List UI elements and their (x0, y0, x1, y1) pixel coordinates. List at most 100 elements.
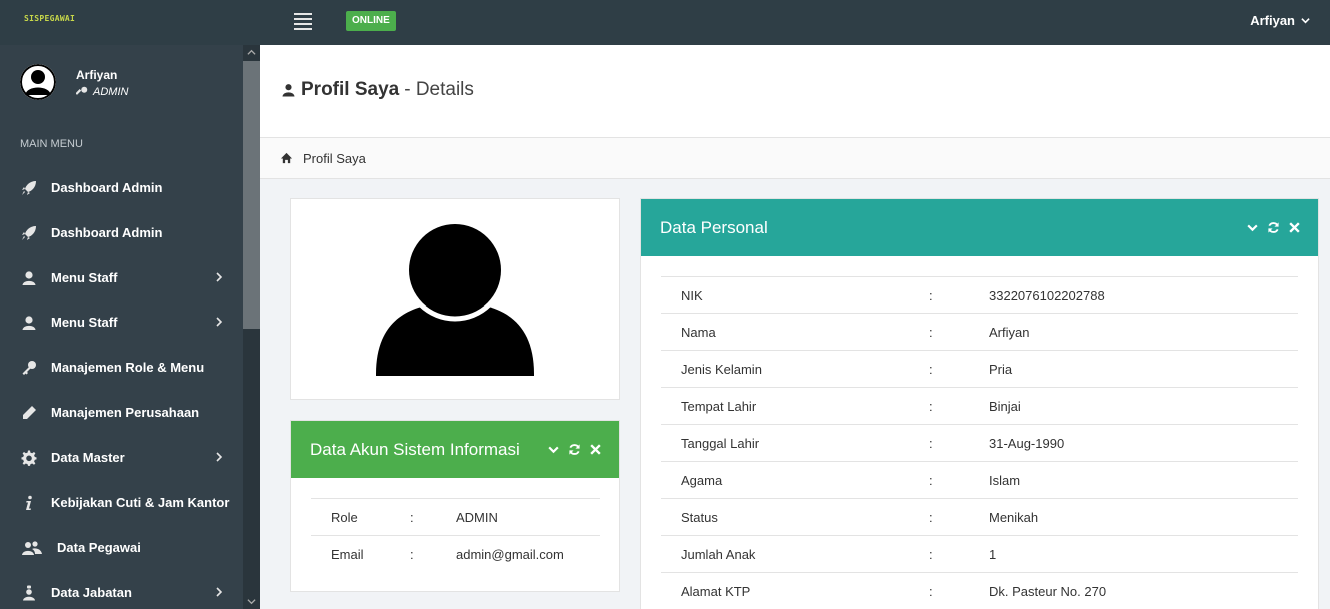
collapse-icon[interactable] (547, 443, 560, 456)
scroll-down-icon[interactable] (247, 597, 256, 606)
sidebar-toggle-icon[interactable] (294, 13, 312, 30)
sidebar-item-manajemen-role-menu[interactable]: Manajemen Role & Menu (0, 345, 243, 390)
user-dropdown[interactable]: Arfiyan (1250, 13, 1310, 28)
profile-photo (376, 224, 534, 376)
sidebar: Arfiyan ADMIN MAIN MENU Dashboard Admin D… (0, 45, 260, 609)
refresh-icon[interactable] (568, 443, 581, 456)
chevron-right-icon (216, 272, 223, 282)
sidebar-item-data-pegawai[interactable]: Data Pegawai (0, 525, 243, 570)
brand-logo[interactable]: SISPEGAWAI (24, 14, 75, 23)
field-value: 1 (969, 535, 1298, 573)
profile-photo-card (290, 198, 620, 400)
online-status-badge: ONLINE (346, 11, 396, 31)
close-icon[interactable] (589, 443, 602, 456)
sidebar-scrollbar-thumb[interactable] (243, 61, 260, 329)
sidebar-item-data-master[interactable]: Data Master (0, 435, 243, 480)
rocket-icon (20, 180, 38, 196)
field-separator: : (390, 535, 436, 573)
sidebar-item-label: Dashboard Admin (51, 180, 163, 195)
table-row: Jumlah Anak:1 (661, 535, 1298, 573)
field-label: Nama (661, 313, 909, 351)
field-value: Islam (969, 461, 1298, 499)
breadcrumb-current[interactable]: Profil Saya (303, 151, 366, 166)
table-row: Alamat KTP: Dk. Pasteur No. 270 (661, 572, 1298, 609)
user-icon (282, 84, 295, 97)
akun-panel: Data Akun Sistem Informasi Role: ADMIN Ema… (290, 420, 620, 592)
field-separator: : (909, 350, 969, 388)
page-title: Profil Saya - Details (282, 79, 474, 101)
sidebar-item-dashboard-admin[interactable]: Dashboard Admin (0, 210, 243, 255)
sidebar-item-kebijakan-cuti-jam-kantor[interactable]: Kebijakan Cuti & Jam Kantor (0, 480, 243, 525)
field-value: Dk. Pasteur No. 270 (969, 572, 1298, 609)
main-content: Profil Saya - Details Profil Saya Data A… (260, 45, 1330, 609)
personal-panel-header: Data Personal (641, 199, 1318, 256)
chevron-down-icon (1301, 18, 1310, 24)
profile-name: Arfiyan (76, 68, 118, 82)
field-value: Pria (969, 350, 1298, 388)
field-label: Role (311, 498, 390, 536)
sidebar-menu: Dashboard Admin Dashboard Admin Menu Staff… (0, 165, 243, 609)
field-label: Tempat Lahir (661, 387, 909, 425)
field-separator: : (909, 424, 969, 462)
field-label: Tanggal Lahir (661, 424, 909, 462)
chevron-right-icon (216, 317, 223, 327)
chevron-right-icon (216, 587, 223, 597)
page-title-text: Profil Saya (301, 79, 400, 100)
breadcrumb: Profil Saya (260, 138, 1330, 179)
rocket-icon (20, 225, 38, 241)
table-row: Nama: Arfiyan (661, 313, 1298, 351)
field-separator: : (390, 498, 436, 536)
page-subtitle: - Details (404, 79, 474, 100)
profile-role: ADMIN (76, 86, 128, 98)
personal-table: NIK:3322076102202788 Nama: Arfiyan Jenis Ke… (661, 276, 1298, 609)
user-dropdown-label: Arfiyan (1250, 13, 1295, 28)
table-row: Jenis Kelamin: Pria (661, 350, 1298, 388)
key-icon (76, 86, 88, 95)
sidebar-item-label: Dashboard Admin (51, 225, 163, 240)
field-value: Binjai (969, 387, 1298, 425)
sidebar-item-label: Data Pegawai (57, 540, 141, 555)
sidebar-item-menu-staff[interactable]: Menu Staff (0, 255, 243, 300)
field-value: 31-Aug-1990 (969, 424, 1298, 462)
field-value: 3322076102202788 (969, 276, 1298, 314)
sidebar-item-menu-staff[interactable]: Menu Staff (0, 300, 243, 345)
field-separator: : (909, 535, 969, 573)
sidebar-scrollbar[interactable] (243, 45, 260, 609)
sidebar-item-label: Menu Staff (51, 315, 118, 330)
close-icon[interactable] (1288, 221, 1301, 234)
info-icon (20, 495, 38, 511)
gear-icon (20, 450, 38, 466)
page-header: Profil Saya - Details (260, 45, 1330, 138)
table-row: Email: admin@gmail.com (311, 535, 600, 573)
akun-panel-title: Data Akun Sistem Informasi (310, 439, 520, 459)
field-separator: : (909, 461, 969, 499)
avatar (20, 64, 56, 100)
field-label: Status (661, 498, 909, 536)
collapse-icon[interactable] (1246, 221, 1259, 234)
scroll-up-icon[interactable] (247, 48, 256, 57)
sidebar-item-manajemen-perusahaan[interactable]: Manajemen Perusahaan (0, 390, 243, 435)
field-label: NIK (661, 276, 909, 314)
user-icon (20, 270, 38, 286)
field-label: Agama (661, 461, 909, 499)
sidebar-item-label: Menu Staff (51, 270, 118, 285)
sidebar-item-label: Data Jabatan (51, 585, 132, 600)
sidebar-item-label: Manajemen Role & Menu (51, 360, 205, 375)
akun-table: Role: ADMIN Email: admin@gmail.com (311, 498, 600, 573)
sidebar-item-dashboard-admin[interactable]: Dashboard Admin (0, 165, 243, 210)
chevron-right-icon (216, 452, 223, 462)
personal-panel: Data Personal NIK:3322076102202788 Nama: A… (640, 198, 1319, 609)
field-value: ADMIN (436, 498, 600, 536)
pencil-icon (20, 405, 38, 421)
id-badge-icon (20, 585, 38, 601)
field-separator: : (909, 313, 969, 351)
refresh-icon[interactable] (1267, 221, 1280, 234)
table-row: Tempat Lahir: Binjai (661, 387, 1298, 425)
table-row: Agama: Islam (661, 461, 1298, 499)
key-icon (20, 360, 38, 376)
sidebar-item-data-jabatan[interactable]: Data Jabatan (0, 570, 243, 609)
main-menu-heading: MAIN MENU (20, 138, 83, 150)
field-label: Email (311, 535, 390, 573)
profile-role-label: ADMIN (93, 86, 129, 98)
home-icon[interactable] (280, 152, 293, 164)
